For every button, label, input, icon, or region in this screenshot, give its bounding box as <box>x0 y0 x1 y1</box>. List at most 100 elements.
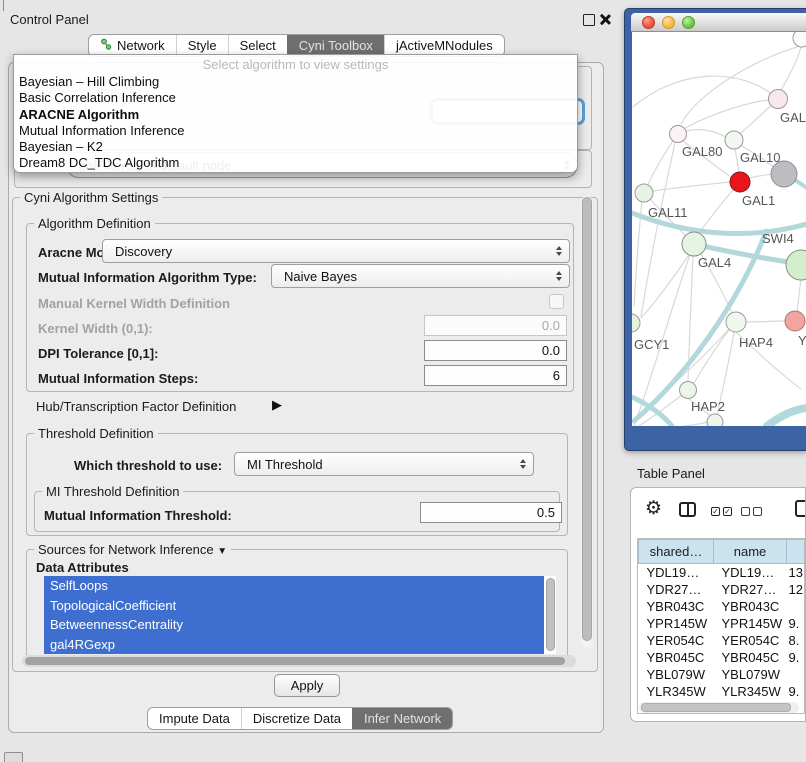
cyni-algorithm-settings-title: Cyni Algorithm Settings <box>20 190 162 205</box>
network-node-gal10[interactable] <box>725 131 743 149</box>
float-window-icon[interactable] <box>583 14 595 26</box>
algorithm-dropdown-placeholder: Select algorithm to view settings <box>14 55 577 74</box>
table-hscrollbar-thumb[interactable] <box>641 703 791 712</box>
network-node-gal11[interactable] <box>635 184 653 202</box>
mi-threshold-label: Mutual Information Threshold: <box>44 508 232 523</box>
network-node-gal80[interactable] <box>670 126 687 143</box>
attribute-item-topologicalcoefficient[interactable]: TopologicalCoefficient <box>44 596 544 616</box>
table-cell: 13 <box>787 564 806 582</box>
table-panel-title: Table Panel <box>637 466 705 481</box>
tab-network[interactable]: Network <box>89 35 176 56</box>
attribute-item-selfloops[interactable]: SelfLoops <box>44 576 544 596</box>
tab-impute-data[interactable]: Impute Data <box>148 708 241 729</box>
network-node-gal4[interactable] <box>682 232 706 256</box>
dpi-tolerance-label: DPI Tolerance [0,1]: <box>38 346 158 361</box>
close-icon[interactable] <box>599 13 612 26</box>
algorithm-option-dream8-dc-tdc-algorithm[interactable]: Dream8 DC_TDC Algorithm <box>14 155 577 171</box>
node-label-hap4: HAP4 <box>739 335 773 350</box>
apply-button[interactable]: Apply <box>274 674 340 697</box>
column-header-shared[interactable]: shared… <box>639 540 714 564</box>
column-header-clipped[interactable] <box>787 540 806 564</box>
network-node-gal[interactable] <box>769 90 788 109</box>
network-edge <box>694 330 729 383</box>
network-node-gal1[interactable] <box>730 172 750 192</box>
chevron-updown-icon <box>556 271 562 281</box>
column-header-name[interactable]: name <box>714 540 787 564</box>
algorithm-option-basic-correlation-inference[interactable]: Basic Correlation Inference <box>14 90 577 106</box>
bottom-left-partial-icon[interactable] <box>4 752 23 762</box>
split-columns-icon[interactable] <box>679 502 696 517</box>
node-label-swi4: SWI4 <box>762 231 794 246</box>
mi-steps-input[interactable]: 6 <box>424 365 567 386</box>
table-panel: ⚙ ✓✓ shared…nameYDL19…YDL19…13YDR27…YDR2… <box>630 487 806 722</box>
table-cell: 9. <box>787 615 806 632</box>
table-row[interactable]: YLR345WYLR345W9. <box>639 683 806 700</box>
aracne-mode-combo[interactable]: Discovery <box>102 239 570 263</box>
table-cell: 9. <box>787 683 806 700</box>
network-node-swi4[interactable] <box>786 250 806 280</box>
network-node-hap4[interactable] <box>726 312 746 332</box>
node-label-gal11: GAL11 <box>648 205 688 220</box>
table-cell: YLR345W <box>639 683 714 700</box>
algorithm-dropdown-items: Bayesian – Hill ClimbingBasic Correlatio… <box>14 74 577 172</box>
select-all-checkboxes-icon[interactable]: ✓✓ <box>711 507 732 516</box>
tab-infer-network[interactable]: Infer Network <box>352 708 452 729</box>
mi-threshold-input[interactable]: 0.5 <box>420 502 562 523</box>
minimize-traffic-light[interactable] <box>662 16 675 29</box>
network-node[interactable] <box>707 414 723 426</box>
network-node-gcy1[interactable] <box>632 314 640 332</box>
screen: Control Panel NetworkStyleSelectCyni Too… <box>0 0 806 762</box>
table-row[interactable]: YBL079WYBL079W <box>639 666 806 683</box>
table-row[interactable]: YDL19…YDL19…13 <box>639 564 806 582</box>
table-row[interactable]: YBR043CYBR043C <box>639 598 806 615</box>
network-node-hap2[interactable] <box>680 382 697 399</box>
tab-cyni-toolbox[interactable]: Cyni Toolbox <box>287 35 384 56</box>
manual-kernel-checkbox[interactable] <box>549 294 564 309</box>
chevron-updown-icon <box>556 246 562 256</box>
mi-threshold-title: MI Threshold Definition <box>42 484 183 499</box>
hub-definition-label[interactable]: Hub/Transcription Factor Definition <box>36 399 236 414</box>
settings-scrollbar-thumb[interactable] <box>582 197 592 641</box>
table-row[interactable]: YBR045CYBR045C9. <box>639 649 806 666</box>
table-row[interactable]: YER054CYER054C8. <box>639 632 806 649</box>
settings-hscrollbar-thumb[interactable] <box>25 657 565 665</box>
aracne-mode-value: Discovery <box>103 244 556 259</box>
mi-type-combo[interactable]: Naive Bayes <box>271 264 570 288</box>
network-window-titlebar[interactable] <box>631 13 806 32</box>
tab-discretize-data-label: Discretize Data <box>253 708 341 729</box>
close-traffic-light[interactable] <box>642 16 655 29</box>
table-row[interactable]: YPR145WYPR145W9. <box>639 615 806 632</box>
settings-gear-icon[interactable]: ⚙ <box>645 499 662 518</box>
expand-arrow-icon[interactable]: ▶ <box>272 397 282 413</box>
table-row[interactable]: YDR27…YDR27…12 <box>639 581 806 598</box>
network-edge <box>685 100 769 128</box>
table-cell: YPR145W <box>639 615 714 632</box>
algorithm-option-bayesian-k2[interactable]: Bayesian – K2 <box>14 139 577 155</box>
deselect-all-checkboxes-icon[interactable] <box>741 507 762 516</box>
attribute-item-gal4rgexp[interactable]: gal4RGexp <box>44 635 544 655</box>
tab-jactivemnodules[interactable]: jActiveMNodules <box>384 35 504 56</box>
tab-select[interactable]: Select <box>228 35 287 56</box>
table-cell: YDL19… <box>714 564 787 582</box>
algorithm-definition-title: Algorithm Definition <box>34 216 155 231</box>
node-label-gcy1: GCY1 <box>634 337 669 352</box>
sources-title[interactable]: Sources for Network Inference ▼ <box>34 542 231 557</box>
algorithm-option-mutual-information-inference[interactable]: Mutual Information Inference <box>14 123 577 139</box>
network-node-y[interactable] <box>785 311 805 331</box>
which-threshold-combo[interactable]: MI Threshold <box>234 452 534 476</box>
kernel-width-input[interactable]: 0.0 <box>424 315 567 336</box>
algorithm-option-aracne-algorithm[interactable]: ARACNE Algorithm <box>14 107 577 123</box>
tab-discretize-data[interactable]: Discretize Data <box>241 708 352 729</box>
network-canvas[interactable]: GALGAL80GAL10GAL1GAL11GAL4SWI4GCY1HAP4YH… <box>632 32 806 426</box>
attribute-item-betweennesscentrality[interactable]: BetweennessCentrality <box>44 615 544 635</box>
attributes-scrollbar-thumb[interactable] <box>546 578 555 651</box>
dpi-tolerance-input[interactable]: 0.0 <box>424 340 567 361</box>
network-node[interactable] <box>793 32 806 47</box>
algorithm-option-bayesian-hill-climbing[interactable]: Bayesian – Hill Climbing <box>14 74 577 90</box>
tab-impute-data-label: Impute Data <box>159 708 230 729</box>
partial-toolbar-icon[interactable] <box>795 500 806 517</box>
tab-style[interactable]: Style <box>176 35 228 56</box>
zoom-traffic-light[interactable] <box>682 16 695 29</box>
network-edge <box>735 149 739 173</box>
network-edge <box>641 255 689 318</box>
